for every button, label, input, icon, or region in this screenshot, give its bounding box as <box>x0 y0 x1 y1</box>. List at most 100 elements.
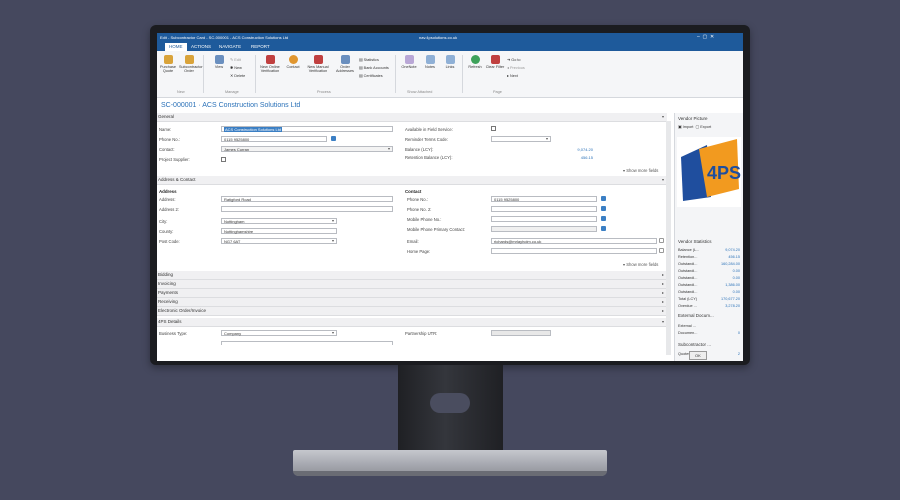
chevron-down-icon[interactable]: ▾ <box>388 146 390 151</box>
vendor-stat-row[interactable]: Retention... 456.15 <box>678 255 740 259</box>
mobile-primary-field[interactable] <box>491 226 597 232</box>
external-row[interactable]: Extemal ... <box>678 324 740 328</box>
vendor-stat-row[interactable]: Outstandi... 0.00 <box>678 290 740 294</box>
email-field[interactable]: richards@mrlayholm.co.uk <box>491 238 657 244</box>
previous-button[interactable]: ◂ Previous <box>507 65 525 70</box>
vendor-stat-row[interactable]: Balance (L... 9,074.20 <box>678 248 740 252</box>
reminder-terms-field[interactable] <box>491 136 551 142</box>
new-online-verification-button[interactable]: New Online Verification <box>258 55 282 73</box>
name-field[interactable]: ACS Construction Solutions Ltd <box>221 126 393 132</box>
links-button[interactable]: Links <box>440 55 460 69</box>
refresh-button[interactable]: Refresh <box>465 55 485 69</box>
homepage-field[interactable] <box>491 248 657 254</box>
certificates-button[interactable]: ▤ Certificates <box>359 73 383 78</box>
vendor-stat-row[interactable]: Outstandi... 0.00 <box>678 269 740 273</box>
postcode-field[interactable]: NG7 6AT <box>221 238 337 244</box>
section-payments[interactable]: Payments ▸ <box>157 289 667 298</box>
tab-navigate[interactable]: NAVIGATE <box>215 43 245 51</box>
chevron-right-icon: ▸ <box>661 299 664 304</box>
globe-icon[interactable] <box>659 248 664 253</box>
window-controls[interactable]: – ▢ ✕ <box>697 34 714 40</box>
retention-value[interactable]: 456.15 <box>533 155 593 160</box>
statistics-button[interactable]: ▤ Statistics <box>359 57 379 62</box>
vendor-stat-value[interactable]: 160,284.00 <box>721 262 740 266</box>
show-more-fields-link[interactable]: ▾ Show more fields <box>623 262 658 267</box>
county-field[interactable]: Nottinghamshire <box>221 228 337 234</box>
new-button[interactable]: ✱ New <box>230 65 242 70</box>
vendor-stat-value[interactable]: 9,074.20 <box>725 248 740 252</box>
notes-button[interactable]: Notes <box>420 55 440 69</box>
vendor-stat-row[interactable]: Outstandi... 1,386.00 <box>678 283 740 287</box>
quotes-row[interactable]: Quotes 2 <box>678 352 740 356</box>
scrollbar[interactable] <box>666 121 671 355</box>
contact-phone-field[interactable]: 0115 9525800 <box>491 196 597 202</box>
go-to-button[interactable]: ➜ Go to <box>507 57 521 62</box>
section-address-contact[interactable]: Address & Contact ▾ <box>157 176 667 185</box>
phone2-field[interactable] <box>491 206 597 212</box>
address2-field[interactable] <box>221 206 393 212</box>
new-manual-verification-button[interactable]: New Manual Verification <box>305 55 331 73</box>
documents-row-value[interactable]: 0 <box>738 331 740 335</box>
vendor-stat-value[interactable]: 3,278.20 <box>725 304 740 308</box>
bank-accounts-button[interactable]: ▤ Bank Accounts <box>359 65 389 70</box>
order-addresses-button[interactable]: Order Addresses <box>335 55 355 73</box>
city-field[interactable]: Nottingham <box>221 218 337 224</box>
available-checkbox[interactable] <box>491 126 496 131</box>
phone-icon[interactable] <box>601 196 606 201</box>
edit-button[interactable]: ✎ Edit <box>230 57 241 62</box>
contact-button[interactable]: Contact <box>283 55 303 69</box>
vendor-stat-value[interactable]: 0.00 <box>733 269 740 273</box>
chevron-down-icon[interactable]: ▾ <box>332 218 334 223</box>
postcode-label: Post Code: <box>159 239 180 244</box>
phone-icon[interactable] <box>601 226 606 231</box>
chevron-down-icon[interactable]: ▾ <box>332 238 334 243</box>
view-label: View <box>214 65 224 69</box>
vendor-stat-value[interactable]: 0.00 <box>733 290 740 294</box>
section-invoicing[interactable]: Invoicing ▸ <box>157 280 667 289</box>
vendor-stat-row[interactable]: Outstandi... 160,284.00 <box>678 262 740 266</box>
section-general[interactable]: General ▾ <box>157 113 667 122</box>
show-more-fields-link[interactable]: ▾ Show more fields <box>623 168 658 173</box>
vendor-stat-row[interactable]: Overdue ... 3,278.20 <box>678 304 740 308</box>
vendor-stat-row[interactable]: Outstandi... 0.00 <box>678 276 740 280</box>
phone-icon[interactable] <box>331 136 336 141</box>
business-type-field[interactable]: Company <box>221 330 337 336</box>
email-icon[interactable] <box>659 238 664 243</box>
documents-row[interactable]: Documen... 0 <box>678 331 740 335</box>
balance-value[interactable]: 9,074.20 <box>533 147 593 152</box>
subcontractor-order-button[interactable]: Subcontractor Order <box>179 55 203 73</box>
ok-button[interactable]: OK <box>689 351 707 360</box>
chevron-down-icon[interactable]: ▾ <box>332 330 334 335</box>
onenote-button[interactable]: OneNote <box>399 55 419 69</box>
phone-icon[interactable] <box>601 216 606 221</box>
phone-field[interactable]: 0115 9525800 <box>221 136 327 142</box>
vendor-stat-value[interactable]: 170,677.20 <box>721 297 740 301</box>
chevron-down-icon[interactable]: ▾ <box>546 136 548 141</box>
clear-filter-button[interactable]: Clear Filter <box>485 55 505 69</box>
screen: Edit - Subcontractor Card - SC-000001 - … <box>157 33 743 361</box>
quotes-value[interactable]: 2 <box>738 352 740 356</box>
tab-report[interactable]: REPORT <box>247 43 274 51</box>
delete-button[interactable]: ✕ Delete <box>230 73 245 78</box>
section-bidding[interactable]: Bidding ▸ <box>157 271 667 280</box>
section-4ps-details[interactable]: 4PS Details ▾ <box>157 318 667 327</box>
mobile-field[interactable] <box>491 216 597 222</box>
vendor-stat-row[interactable]: Total (LCY) 170,677.20 <box>678 297 740 301</box>
address-field[interactable]: Ratigford Road <box>221 196 393 202</box>
vendor-stat-value[interactable]: 0.00 <box>733 276 740 280</box>
contact-field[interactable]: James Curran <box>221 146 393 152</box>
purchase-quote-button[interactable]: Purchase Quote <box>158 55 178 73</box>
vendor-stat-value[interactable]: 456.15 <box>728 255 740 259</box>
project-supplier-checkbox[interactable] <box>221 157 226 162</box>
next-field[interactable] <box>221 341 393 345</box>
tab-actions[interactable]: ACTIONS <box>187 43 215 51</box>
tab-home[interactable]: HOME <box>165 43 187 51</box>
phone-icon[interactable] <box>601 206 606 211</box>
section-receiving[interactable]: Receiving ▸ <box>157 298 667 307</box>
import-button[interactable]: ▣ Import ▢ Export <box>678 124 740 129</box>
partnership-field[interactable] <box>491 330 551 336</box>
vendor-stat-value[interactable]: 1,386.00 <box>725 283 740 287</box>
view-button[interactable]: View <box>209 55 229 69</box>
next-button[interactable]: ▸ Next <box>507 73 518 78</box>
section-electronic-order[interactable]: Electronic Order/Invoice ▸ <box>157 307 667 316</box>
